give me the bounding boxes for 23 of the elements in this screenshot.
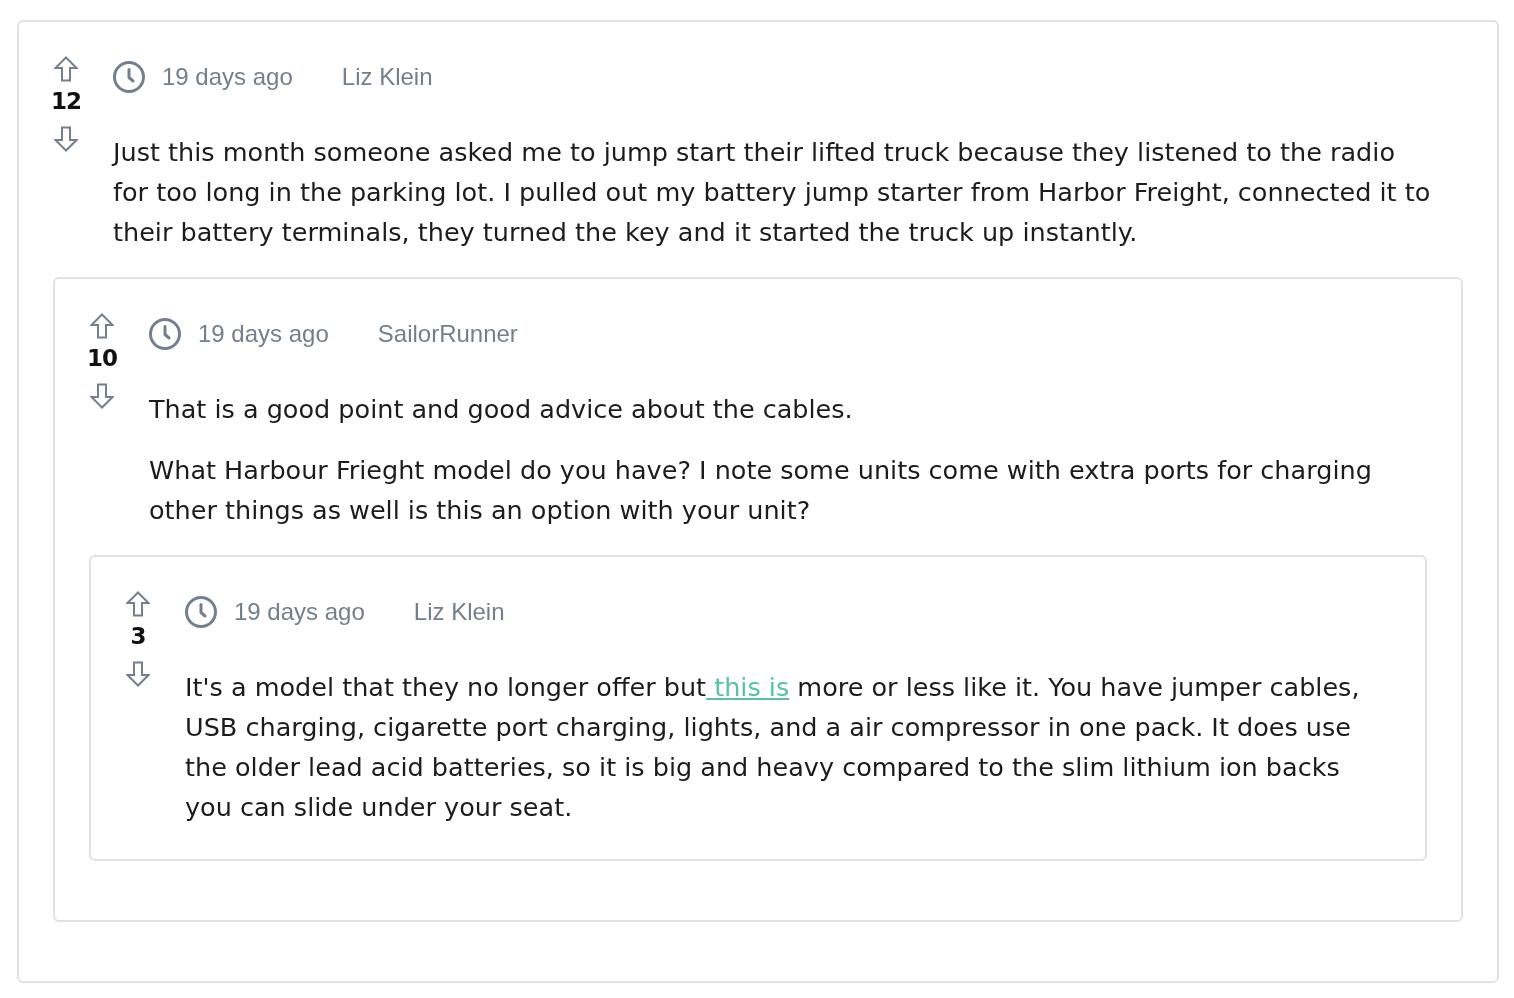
up-arrow-icon[interactable] <box>54 56 78 82</box>
vote-count: 10 <box>87 344 117 373</box>
down-arrow-icon[interactable] <box>54 126 78 152</box>
clock-icon <box>185 596 217 628</box>
up-arrow-icon[interactable] <box>90 313 114 339</box>
comment-text: What Harbour Frieght model do you have? I note some units come with extra ports for charging other things as well is this an option with your unit? <box>149 454 1373 527</box>
timestamp: 19 days ago <box>198 320 329 348</box>
timestamp: 19 days ago <box>162 63 293 91</box>
clock-icon <box>113 61 145 93</box>
link[interactable]: this is <box>706 672 790 702</box>
comment-text: That is a good point and good advice about the cables. <box>149 393 854 426</box>
timestamp: 19 days ago <box>234 598 365 626</box>
vote-count: 12 <box>51 87 81 116</box>
author-name: Liz Klein <box>413 598 505 626</box>
vote-count: 3 <box>130 622 146 651</box>
author-name: Liz Klein <box>341 63 433 91</box>
up-arrow-icon[interactable] <box>126 591 150 617</box>
down-arrow-icon[interactable] <box>126 661 150 687</box>
comment-text: Just this month someone asked me to jump start their lifted truck because they listened to the radio for too long in the parking lot. I pulled out my battery jump starter from Harbor Freight, connected it to their battery terminals, they turned the key and it started the truck up instantly. <box>113 136 1432 249</box>
down-arrow-icon[interactable] <box>90 383 114 409</box>
comment-text: It's a model that they no longer offer but this is more or less like it. You have jumper cables, USB charging, cigarette port charging, lights, and a air compressor in one pack. It does use the older lead acid batteries, so it is big and heavy compared to the slim lithium ion backs you can slide under your seat. <box>185 671 1361 824</box>
clock-icon <box>149 318 181 350</box>
author-name: SailorRunner <box>377 320 518 348</box>
